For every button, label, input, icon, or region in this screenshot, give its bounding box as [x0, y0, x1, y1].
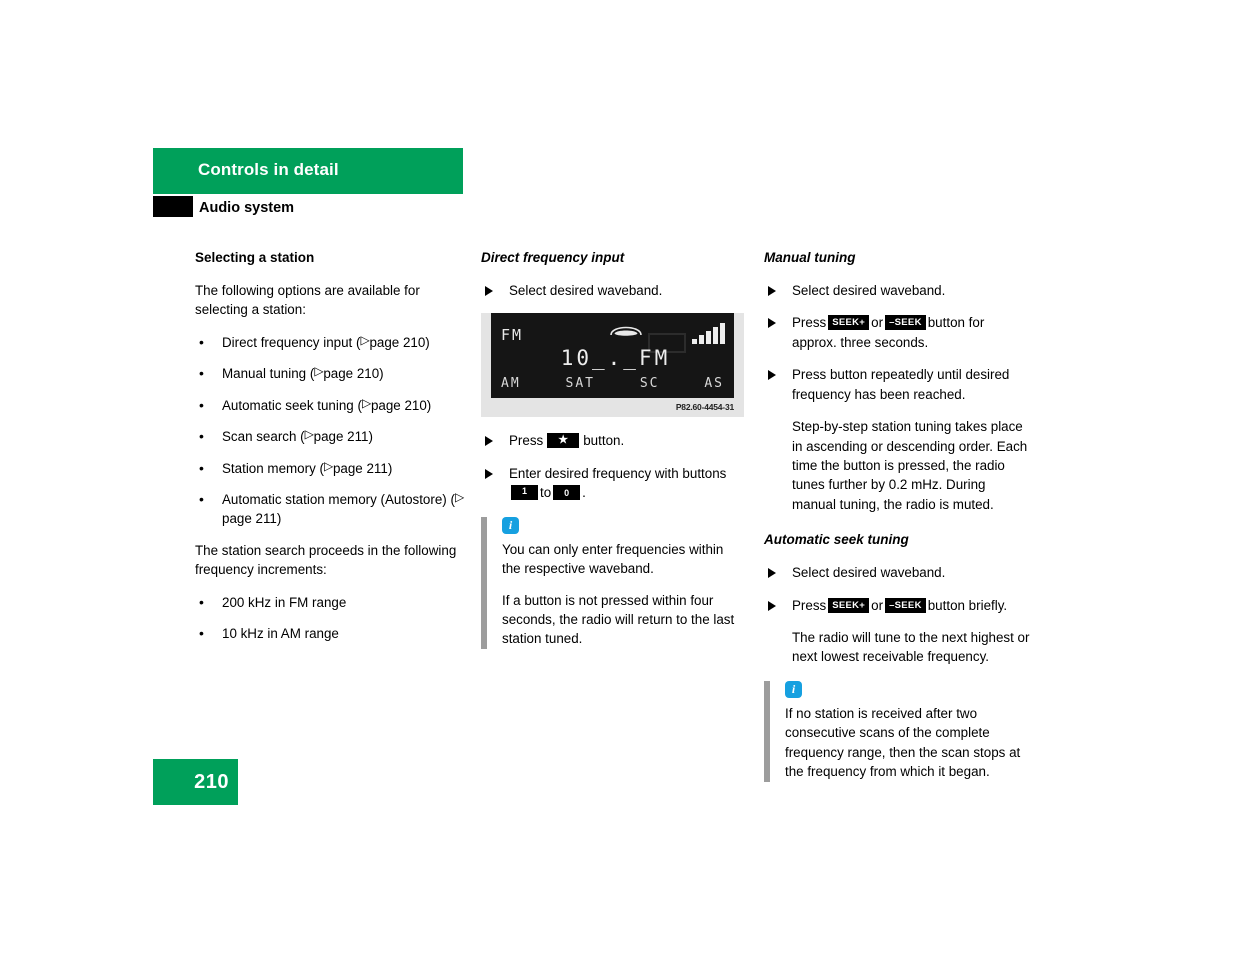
frequency-increments-list: 200 kHz in FM range 10 kHz in AM range — [195, 592, 467, 644]
option-label: Station memory ( — [222, 460, 324, 476]
lcd-label-sc: SC — [639, 376, 660, 392]
automatic-seek-steps: Select desired waveband. Press SEEK+ or –SE… — [764, 563, 1030, 667]
digit-one-key-glyph: 1 — [511, 485, 538, 501]
option-ref: page 211 — [313, 429, 369, 445]
step-enter-to: to — [540, 485, 552, 501]
seek-minus-key-glyph: –SEEK — [885, 597, 926, 613]
manual-tuning-note: Step-by-step station tuning takes place … — [792, 419, 1028, 512]
info-paragraph: You can only enter frequencies within th… — [502, 541, 724, 577]
option-tail: ) — [379, 366, 384, 382]
signal-bars-icon — [692, 322, 725, 345]
left-intro-paragraph: The following options are available for … — [195, 282, 420, 318]
list-item: Scan search ( page 211) — [195, 426, 467, 447]
star-key-glyph: ★ — [547, 433, 580, 449]
option-tail: ) — [368, 429, 373, 445]
middle-column: Direct frequency input Select desired wa… — [481, 250, 745, 650]
lcd-label-as: AS — [704, 376, 724, 392]
digit-zero-key-glyph: 0 — [553, 485, 581, 501]
option-ref: page 211 — [332, 460, 388, 476]
list-item: 200 kHz in FM range — [195, 592, 467, 613]
increments-intro-paragraph: The station search proceeds in the follo… — [195, 542, 457, 578]
manual-tuning-steps: Select desired waveband. Press SEEK+ or –SE… — [764, 281, 1030, 514]
list-item: 10 kHz in AM range — [195, 623, 467, 644]
info-icon: i — [785, 680, 802, 698]
step-select-waveband: Select desired waveband. — [481, 281, 745, 300]
seek-plus-key-glyph: SEEK+ — [828, 597, 870, 613]
option-ref: page 211 — [222, 511, 277, 527]
seek-minus-key-glyph: –SEEK — [885, 315, 926, 331]
phone-handset-icon — [610, 327, 642, 337]
press-or: or — [871, 597, 884, 613]
lcd-band-label: FM — [501, 326, 524, 345]
info-paragraph: If no station is received after two cons… — [785, 705, 1021, 780]
lcd-label-am: AM — [501, 376, 521, 392]
direct-frequency-input-title: Direct frequency input — [481, 250, 625, 265]
step-press-seek-long: Press SEEK+ or –SEEK button for approx. thre… — [764, 313, 1030, 352]
page-ref-triangle-icon — [314, 365, 323, 378]
direct-frequency-steps-top: Select desired waveband. — [481, 281, 745, 300]
manual-tuning-title: Manual tuning — [764, 250, 856, 265]
section-title: Audio system — [199, 200, 295, 216]
step-enter-suffix: . — [582, 485, 586, 501]
seek-plus-key-glyph: SEEK+ — [828, 315, 870, 331]
selecting-options-list: Direct frequency input ( page 210) Manual… — [195, 332, 467, 529]
option-label: Manual tuning ( — [222, 366, 315, 382]
step-enter-frequency: Enter desired frequency with buttons 1 to 0… — [481, 464, 745, 503]
chapter-header-banner: Controls in detail — [153, 148, 463, 194]
radio-lcd-screen: FM 10_._FM AM SAT SC AS — [491, 313, 734, 399]
list-item: Station memory ( page 211) — [195, 457, 467, 478]
lcd-label-sat: SAT — [565, 376, 595, 392]
automatic-seek-note: The radio will tune to the next highest … — [792, 630, 1030, 665]
section-marker-tab — [153, 196, 193, 217]
page-ref-triangle-icon — [324, 460, 333, 473]
step-select-waveband: Select desired waveband. — [764, 563, 1030, 582]
option-label: Automatic seek tuning ( — [222, 397, 362, 413]
press-or: or — [871, 315, 884, 331]
press-prefix: Press — [792, 315, 827, 331]
step-select-waveband: Select desired waveband. — [764, 281, 1030, 300]
info-box-automatic-seek: i If no station is received after two co… — [764, 680, 1030, 782]
lcd-frequency-value: 10_._FM — [560, 346, 671, 371]
option-label: Automatic station memory (Autostore) ( — [222, 491, 455, 507]
option-ref: page 210 — [323, 366, 380, 382]
option-ref: page 210 — [369, 334, 426, 350]
option-label: Direct frequency input ( — [222, 334, 361, 350]
press-prefix: Press — [792, 597, 827, 613]
automatic-seek-tuning-title: Automatic seek tuning — [764, 532, 909, 548]
step-press-repeatedly: Press button repeatedly until desired fr… — [764, 365, 1030, 404]
page-ref-triangle-icon — [305, 428, 314, 441]
list-item: Manual tuning ( page 210) — [195, 363, 467, 384]
info-icon: i — [502, 516, 519, 534]
lcd-mode-labels: AM SAT SC AS — [501, 376, 724, 391]
option-tail: ) — [426, 397, 432, 413]
step-press-prefix: Press — [509, 433, 544, 449]
list-item: Automatic station memory (Autostore) ( pa… — [195, 489, 467, 529]
page-number-box: 210 — [153, 759, 238, 805]
option-tail: ) — [425, 334, 430, 350]
figure-caption: P82.60-4454-31 — [675, 402, 734, 413]
step-press-suffix: button. — [583, 433, 625, 449]
page-ref-triangle-icon — [362, 397, 371, 410]
radio-display-figure: FM 10_._FM AM SAT SC AS P82.60-4454-31 — [481, 313, 744, 418]
info-box-direct-frequency: i You can only enter frequencies within … — [481, 516, 745, 650]
info-paragraph: If a button is not pressed within four s… — [502, 592, 735, 647]
chapter-title: Controls in detail — [198, 160, 339, 179]
option-ref: page 210 — [370, 397, 427, 413]
option-tail: ) — [387, 460, 393, 476]
direct-frequency-steps-bottom: Press ★ button. Enter desired frequency wi… — [481, 431, 745, 502]
step-press-seek-brief: Press SEEK+ or –SEEK button briefly. — [764, 596, 1030, 615]
press-suffix: button briefly. — [927, 597, 1008, 613]
left-column: Selecting a station The following option… — [195, 250, 467, 656]
list-item: Automatic seek tuning ( page 210) — [195, 395, 467, 416]
right-column: Manual tuning Select desired waveband. P… — [764, 250, 1030, 782]
page-ref-triangle-icon — [360, 334, 369, 347]
step-press-star-button: Press ★ button. — [481, 431, 745, 450]
step-enter-prefix: Enter desired frequency with buttons — [509, 465, 727, 481]
page-number: 210 — [194, 771, 229, 793]
left-section-title: Selecting a station — [195, 250, 315, 265]
page-ref-triangle-icon — [455, 491, 464, 504]
option-label: Scan search ( — [222, 429, 305, 445]
list-item: Direct frequency input ( page 210) — [195, 332, 467, 353]
option-tail: ) — [276, 511, 282, 527]
